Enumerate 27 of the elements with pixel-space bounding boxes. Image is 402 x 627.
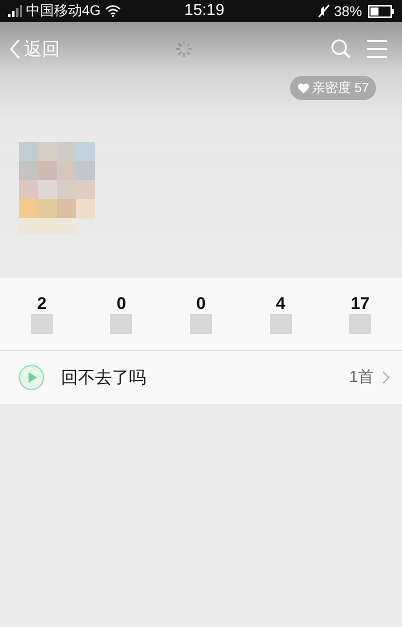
heart-icon [296,82,310,94]
blurred-label [270,314,292,334]
stat-count[interactable]: 2 [37,295,47,313]
blurred-label [30,314,53,334]
mute-icon [318,4,330,18]
menu-icon[interactable] [366,39,388,59]
stat-count[interactable]: 4 [276,295,286,313]
stat-count[interactable]: 0 [116,295,126,313]
playlist-title: 回不去了吗 [61,367,147,389]
status-time: 15:19 [184,2,226,20]
carrier-name: 中国移动4G [26,2,101,20]
song-count: 1首 [349,368,374,388]
wifi-icon [104,5,121,17]
chevron-right-icon [382,371,390,384]
loading-spinner-icon [174,39,194,59]
chevron-left-icon [10,38,20,60]
blurred-label [349,314,372,334]
battery-icon [368,4,394,18]
signal-icon [8,5,22,17]
battery-percent: 38% [334,3,362,19]
playlist-row[interactable]: 回不去了吗 1首 [0,351,402,404]
stat-count[interactable]: 0 [196,295,206,313]
blurred-label [110,314,132,334]
search-icon[interactable] [330,39,352,59]
stat-count[interactable]: 17 [350,295,370,313]
play-icon [18,364,45,391]
blurred-label [190,314,212,334]
